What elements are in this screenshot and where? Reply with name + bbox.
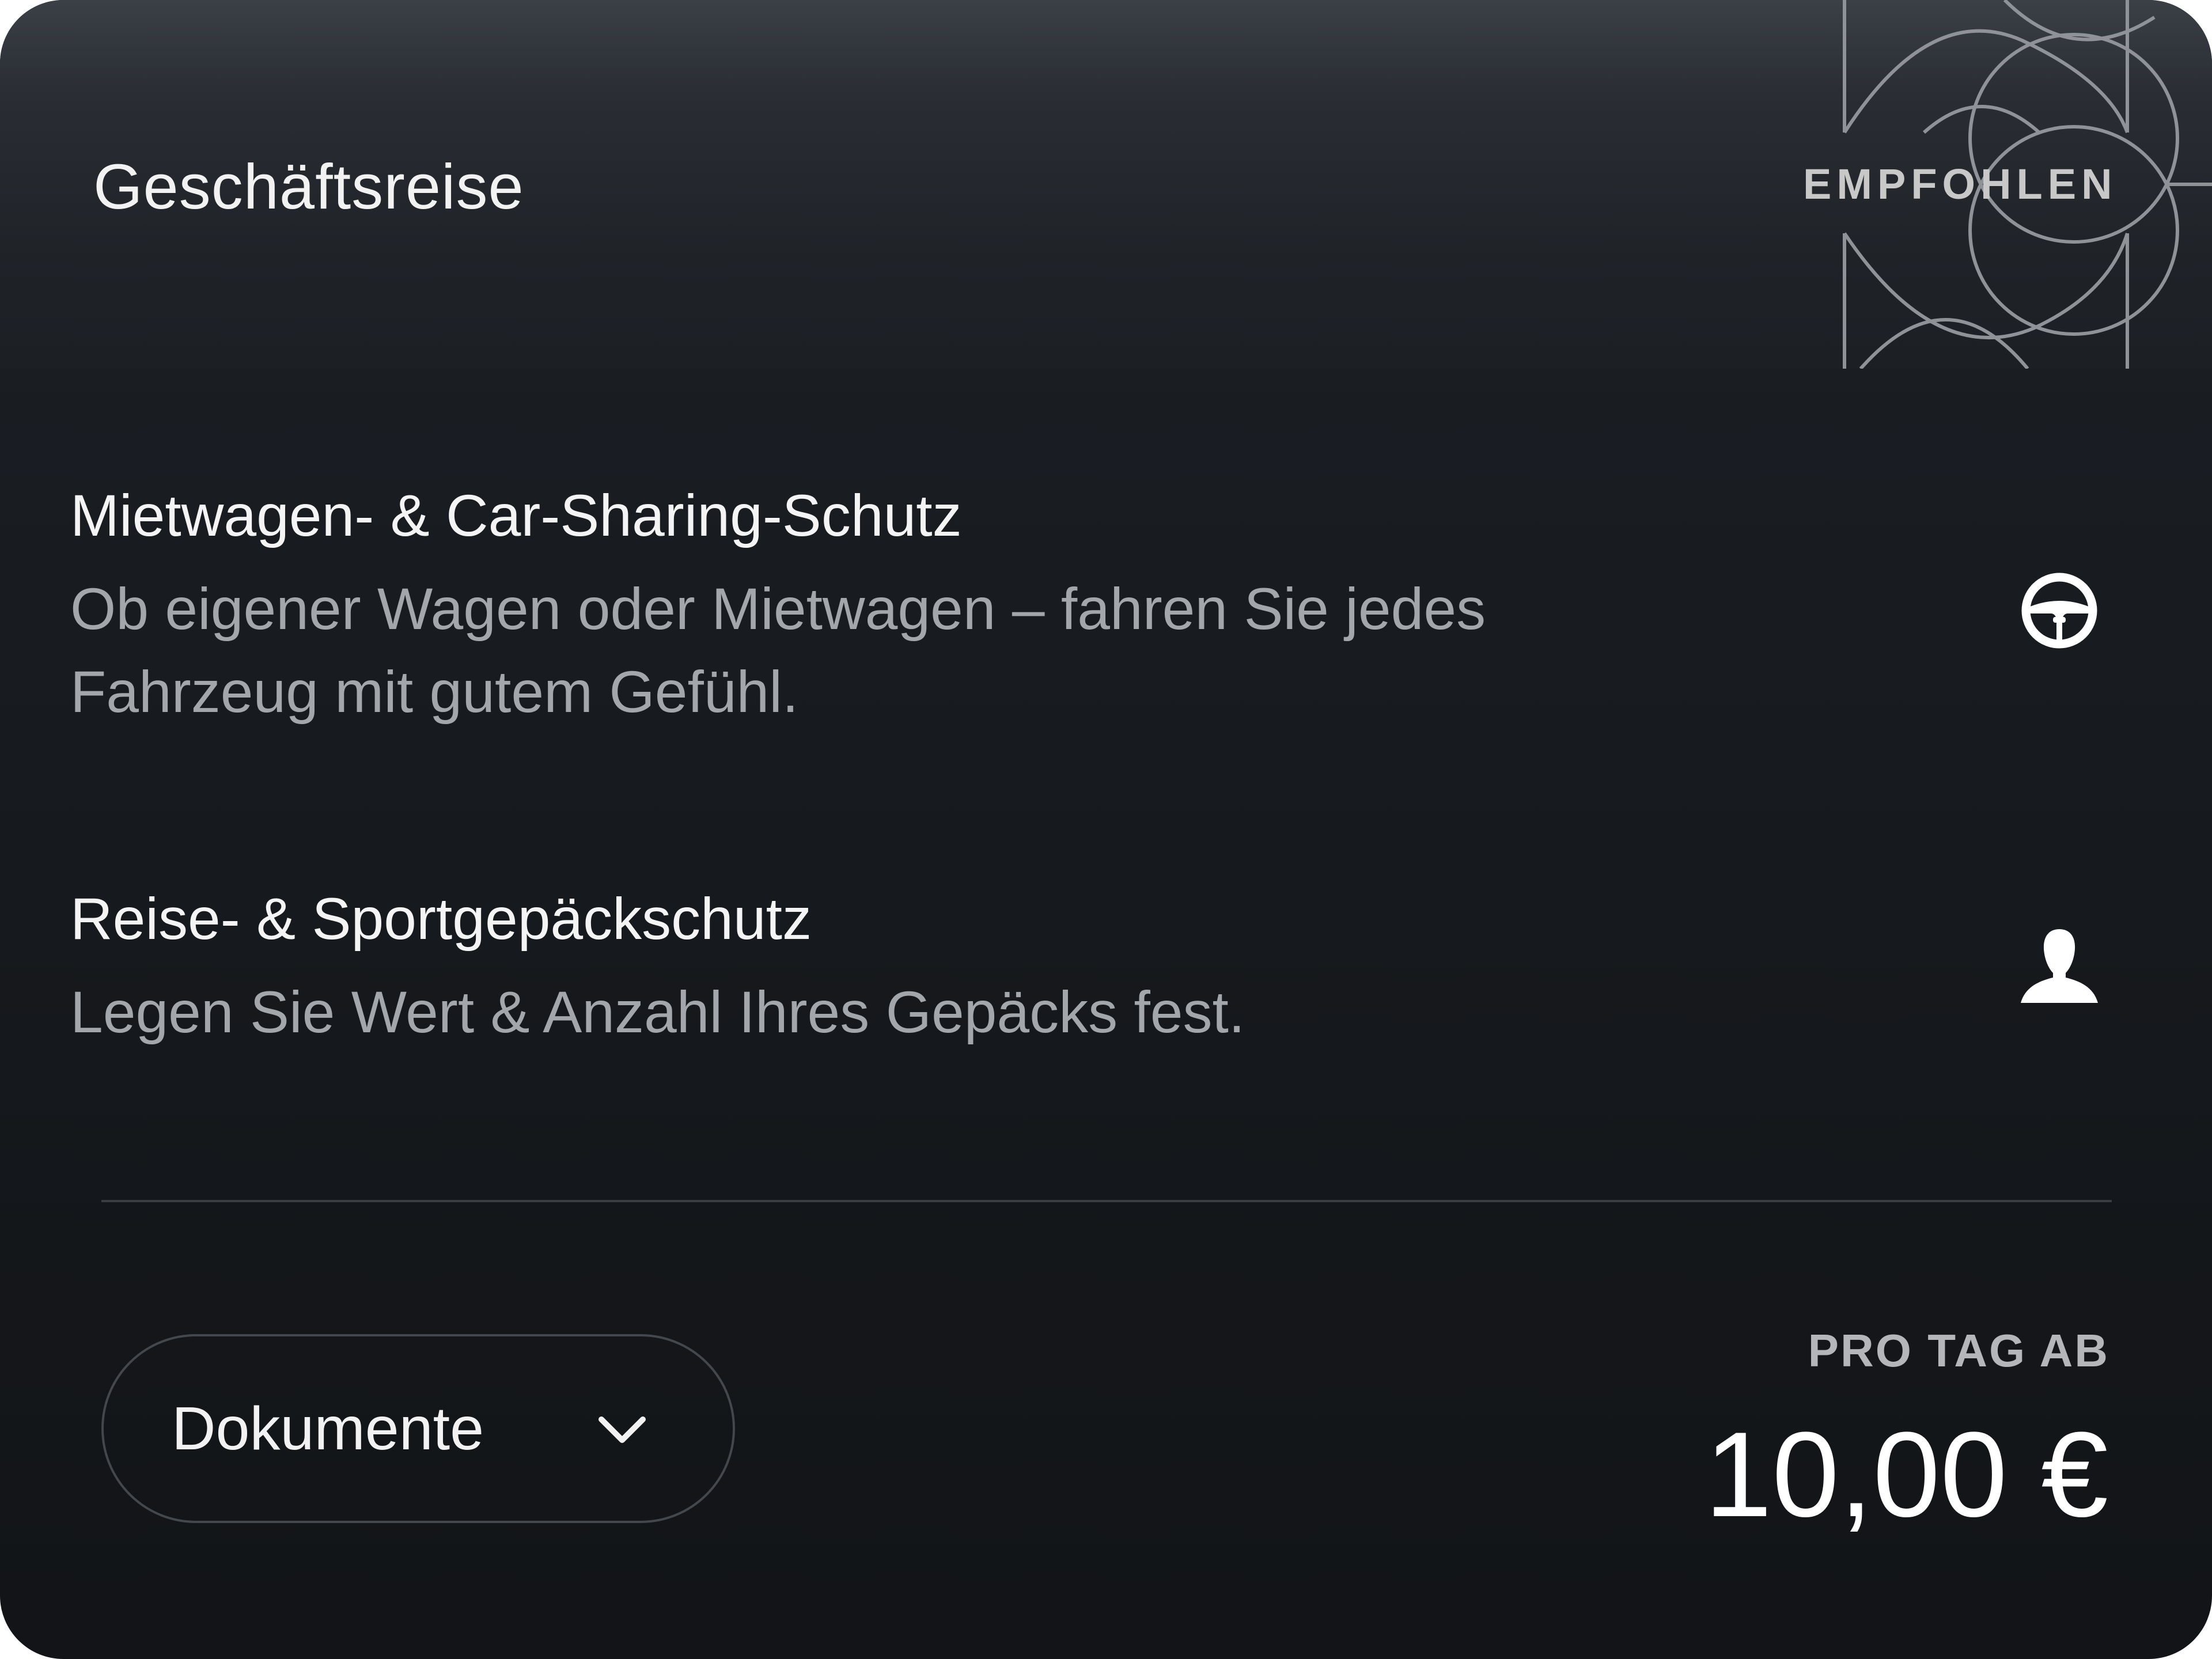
feature-description: Legen Sie Wert & Anzahl Ihres Gepäcks fe… xyxy=(70,979,1245,1045)
price-value: 10,00 € xyxy=(1705,1407,2108,1542)
documents-label: Dokumente xyxy=(172,1395,484,1463)
feature-item-luggage: Reise- & Sportgepäckschutz Legen Sie Wer… xyxy=(70,878,2144,1054)
steering-wheel-icon xyxy=(2021,573,2097,649)
price-caption: PRO TAG AB xyxy=(1808,1325,2109,1376)
feature-title: Reise- & Sportgepäckschutz xyxy=(70,886,812,952)
person-icon xyxy=(2021,929,2098,1003)
plan-title: Geschäftsreise xyxy=(93,151,524,222)
divider xyxy=(101,1200,2112,1202)
recommended-badge: EMPFOHLEN xyxy=(1803,160,2118,208)
documents-dropdown-button[interactable]: Dokumente xyxy=(101,1334,735,1523)
feature-title: Mietwagen- & Car-Sharing-Schutz xyxy=(70,483,962,548)
card-header: Geschäftsreise EMPFOHLEN xyxy=(0,0,2212,369)
insurance-plan-card: Geschäftsreise EMPFOHLEN Mietwagen- & Ca… xyxy=(0,0,2212,1659)
chevron-down-icon xyxy=(599,1416,646,1443)
feature-description: Ob eigener Wagen oder Mietwagen – fahren… xyxy=(70,576,1486,725)
feature-item-rental-car: Mietwagen- & Car-Sharing-Schutz Ob eigen… xyxy=(70,475,2144,733)
